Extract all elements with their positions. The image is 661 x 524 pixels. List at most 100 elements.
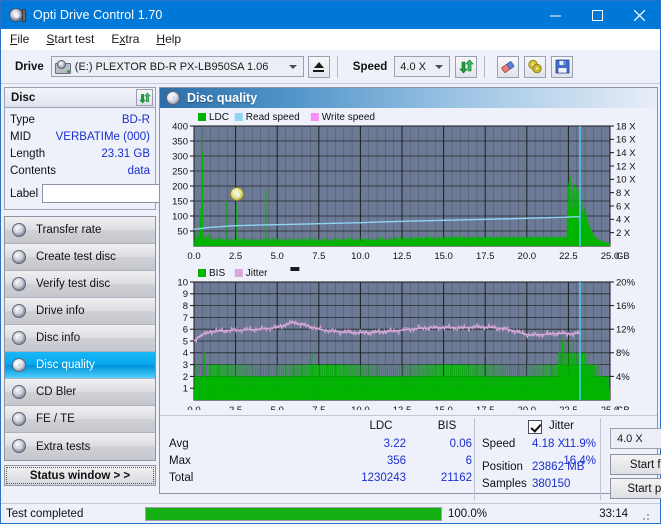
- sidebar-item-label: CD Bler: [36, 386, 77, 398]
- stats-row-total-key: Total: [169, 472, 194, 484]
- svg-text:10 X: 10 X: [616, 175, 636, 186]
- eject-button[interactable]: [307, 55, 330, 78]
- sidebar-item-extra-tests[interactable]: Extra tests: [5, 433, 155, 460]
- svg-text:2.5: 2.5: [229, 405, 242, 410]
- menu-start-test[interactable]: Start test: [46, 32, 94, 46]
- page-title: Disc quality: [187, 91, 258, 105]
- sidebar-item-drive-info[interactable]: Drive info: [5, 298, 155, 325]
- svg-text:8 X: 8 X: [616, 188, 631, 199]
- jitter-label: Jitter: [549, 420, 574, 432]
- disc-panel: Disc Type BD-R MID VERBATIMe (000) Lengt…: [4, 87, 246, 210]
- svg-text:4%: 4%: [616, 372, 630, 383]
- start-part-button[interactable]: Start part: [610, 478, 661, 499]
- svg-text:4: 4: [183, 348, 188, 359]
- refresh-icon: [459, 59, 474, 74]
- test-speed-select[interactable]: 4.0 X: [610, 428, 661, 449]
- svg-text:7: 7: [183, 313, 188, 324]
- sidebar-item-disc-quality[interactable]: Disc quality: [5, 352, 155, 379]
- speed-result-value: 4.18 X: [532, 438, 566, 450]
- menu-extra[interactable]: Extra: [111, 32, 139, 46]
- refresh-button[interactable]: [455, 55, 478, 78]
- content-area: Disc quality 400 350 300 250 200 150 100 50 18 X…: [159, 84, 661, 500]
- menu-bar: FFileile Start test Extra Help: [1, 29, 660, 50]
- resize-grip-icon[interactable]: [637, 508, 649, 520]
- minimize-icon[interactable]: [534, 1, 576, 29]
- sidebar-item-fe-te[interactable]: FE / TE: [5, 406, 155, 433]
- svg-text:22.5: 22.5: [559, 251, 578, 262]
- title-bar: Opti Drive Control 1.70: [1, 1, 660, 29]
- maximize-icon[interactable]: [576, 1, 618, 29]
- app-window: Opti Drive Control 1.70 FFileile Start t…: [0, 0, 661, 524]
- disc-tools-button[interactable]: [524, 55, 547, 78]
- disc-refresh-button[interactable]: [136, 89, 153, 106]
- erase-button[interactable]: [497, 55, 520, 78]
- sidebar-item-verify-test-disc[interactable]: Verify test disc: [5, 271, 155, 298]
- menu-file[interactable]: FFileile: [10, 32, 29, 46]
- eject-icon: [313, 61, 325, 72]
- sidebar-item-label: Transfer rate: [36, 224, 102, 236]
- svg-text:12.5: 12.5: [393, 405, 412, 410]
- stats-row-avg-key: Avg: [169, 438, 189, 450]
- chevron-down-icon: [288, 64, 297, 69]
- svg-text:GB: GB: [616, 251, 630, 262]
- status-text: Test completed: [6, 507, 84, 520]
- sidebar-nav: Transfer rate Create test disc Verify te…: [4, 216, 156, 461]
- close-icon[interactable]: [618, 1, 660, 29]
- disc-row-value: VERBATIMe (000): [55, 131, 150, 143]
- toolbar-separator-2: [484, 55, 486, 78]
- disc-icon: [230, 186, 245, 201]
- speed-select-value: 4.0 X: [400, 60, 426, 73]
- status-bar: Test completed 100.0% 33:14: [1, 503, 660, 523]
- svg-text:Read speed: Read speed: [246, 112, 300, 123]
- jitter-checkbox[interactable]: [528, 420, 542, 434]
- svg-text:2.5: 2.5: [229, 251, 242, 262]
- svg-text:15.0: 15.0: [434, 251, 453, 262]
- sidebar-item-transfer-rate[interactable]: Transfer rate: [5, 217, 155, 244]
- chevron-down-icon: [435, 64, 444, 69]
- stats-row-max-key: Max: [169, 455, 191, 467]
- save-icon: [555, 59, 570, 74]
- disc-quality-charts[interactable]: 4003503002502001501005018 X16 X14 X12 X1…: [160, 110, 657, 416]
- app-disc-icon: [9, 7, 26, 24]
- sidebar-item-cd-bler[interactable]: CD Bler: [5, 379, 155, 406]
- svg-text:BIS: BIS: [209, 268, 225, 279]
- svg-text:20%: 20%: [616, 277, 636, 288]
- refresh-icon: [138, 91, 151, 104]
- sidebar-item-disc-info[interactable]: Disc info: [5, 325, 155, 352]
- stats-row-max-ldc: 356: [386, 455, 406, 467]
- svg-text:6: 6: [183, 325, 188, 336]
- svg-text:Write speed: Write speed: [322, 112, 375, 123]
- stats-row-avg-bis: 0.06: [449, 438, 472, 450]
- disc-icon: [12, 330, 27, 346]
- samples-label: Samples: [482, 478, 527, 490]
- svg-text:10.0: 10.0: [351, 251, 370, 262]
- svg-text:17.5: 17.5: [476, 405, 495, 410]
- svg-text:5.0: 5.0: [271, 251, 284, 262]
- sidebar-item-label: Disc quality: [36, 359, 95, 371]
- start-full-button[interactable]: Start full: [610, 454, 661, 475]
- disc-icon: [12, 411, 27, 427]
- menu-help[interactable]: Help: [156, 32, 181, 46]
- eraser-icon: [501, 60, 515, 73]
- svg-text:1: 1: [183, 384, 188, 395]
- progress-bar: [145, 506, 442, 521]
- progress-percent: 100.0%: [448, 507, 488, 520]
- speed-result-label: Speed: [482, 438, 516, 450]
- status-window-button[interactable]: Status window > >: [4, 465, 156, 486]
- svg-text:6 X: 6 X: [616, 201, 631, 212]
- svg-text:50: 50: [177, 226, 188, 237]
- position-label: Position: [482, 461, 523, 473]
- disc-row-key: Contents: [10, 165, 57, 177]
- svg-text:GB: GB: [616, 405, 630, 410]
- svg-text:250: 250: [172, 166, 188, 177]
- svg-text:300: 300: [172, 151, 188, 162]
- disc-tools-icon: [528, 59, 542, 74]
- save-button[interactable]: [551, 55, 574, 78]
- sidebar-item-label: Disc info: [36, 332, 81, 344]
- svg-text:LDC: LDC: [209, 112, 229, 123]
- svg-text:2 X: 2 X: [616, 228, 631, 239]
- speed-select[interactable]: 4.0 X: [394, 56, 451, 77]
- drive-select[interactable]: (E:) PLEXTOR BD-R PX-LB950SA 1.06: [50, 56, 304, 77]
- svg-text:4 X: 4 X: [616, 215, 631, 226]
- sidebar-item-create-test-disc[interactable]: Create test disc: [5, 244, 155, 271]
